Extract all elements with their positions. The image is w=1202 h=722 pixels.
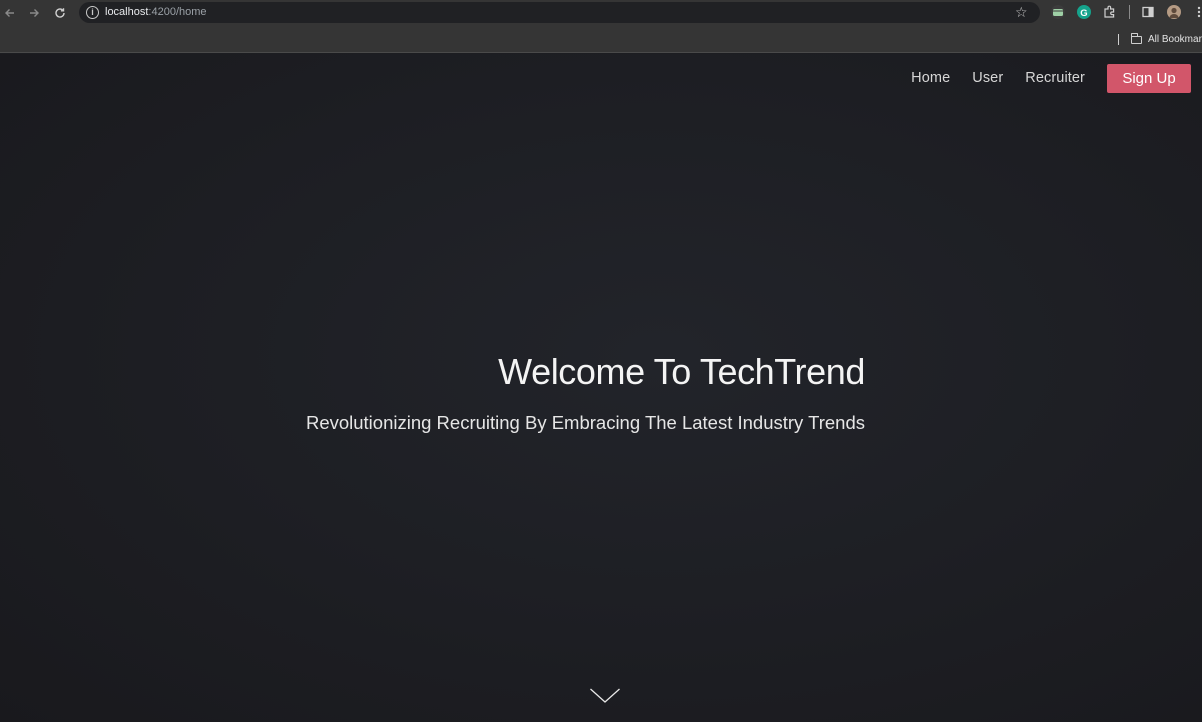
extension-icon[interactable] xyxy=(1051,5,1065,19)
hero-subtitle: Revolutionizing Recruiting By Embracing … xyxy=(305,412,865,433)
toolbar-separator xyxy=(1129,5,1130,19)
url-path: :4200/home xyxy=(148,6,207,18)
chevron-down-icon[interactable] xyxy=(589,686,621,706)
svg-text:G: G xyxy=(1080,8,1087,19)
page-viewport: Home User Recruiter Sign Up Welcome To T… xyxy=(0,54,1202,722)
site-info-icon[interactable]: i xyxy=(86,6,99,19)
folder-icon[interactable] xyxy=(1130,33,1142,44)
bookmarks-separator xyxy=(1118,34,1119,45)
url-host: localhost xyxy=(105,6,149,18)
nav-link-home[interactable]: Home xyxy=(911,64,950,93)
nav-link-user[interactable]: User xyxy=(972,64,1003,93)
puzzle-icon[interactable] xyxy=(1103,5,1117,19)
reload-icon[interactable] xyxy=(51,4,69,22)
bookmarks-bar: All Bookmarks xyxy=(0,25,1202,53)
nav-link-recruiter[interactable]: Recruiter xyxy=(1025,64,1085,93)
address-bar[interactable]: i localhost:4200/home ☆ xyxy=(79,2,1040,23)
browser-toolbar: i localhost:4200/home ☆ G xyxy=(0,0,1202,25)
forward-icon[interactable] xyxy=(25,4,43,22)
back-icon[interactable] xyxy=(1,4,19,22)
profile-avatar[interactable] xyxy=(1167,5,1181,19)
site-nav: Home User Recruiter Sign Up xyxy=(911,64,1191,93)
url-text[interactable]: localhost:4200/home xyxy=(105,6,207,19)
grammarly-icon[interactable]: G xyxy=(1077,5,1091,19)
hero-title: Welcome To TechTrend xyxy=(498,351,865,392)
more-menu-icon[interactable] xyxy=(1193,5,1202,19)
star-icon[interactable]: ☆ xyxy=(1015,4,1028,20)
all-bookmarks-label[interactable]: All Bookmarks xyxy=(1148,34,1202,46)
side-panel-icon[interactable] xyxy=(1141,5,1155,19)
sign-up-button[interactable]: Sign Up xyxy=(1107,64,1191,93)
